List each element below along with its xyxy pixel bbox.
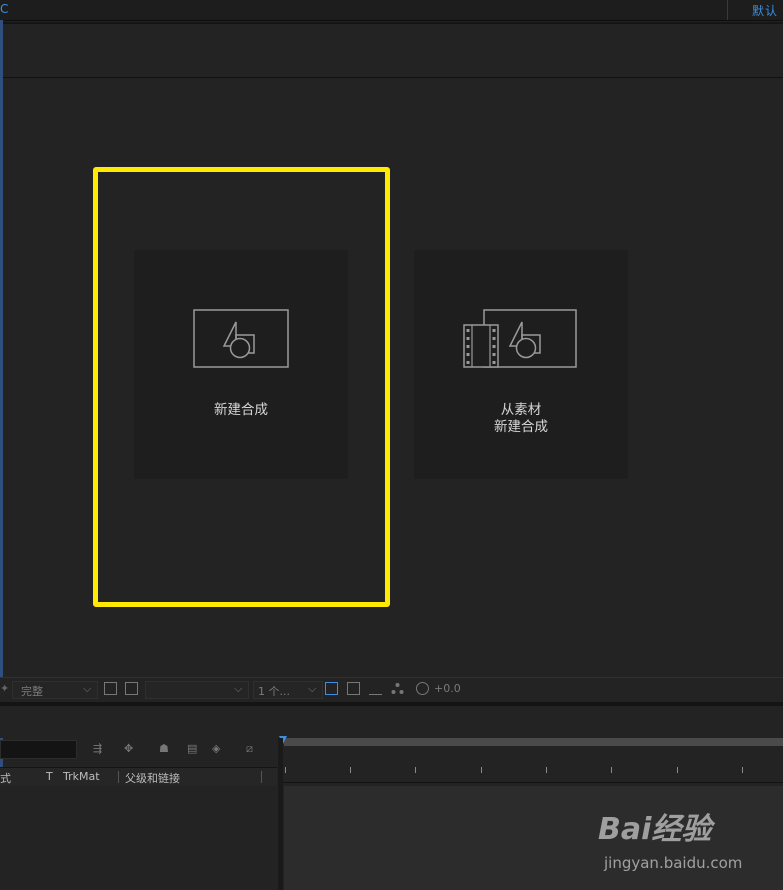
new-composition-from-footage-button[interactable]: 从素材 新建合成 xyxy=(414,250,628,479)
composition-from-footage-icon xyxy=(463,309,577,368)
from-footage-label-line2: 新建合成 xyxy=(494,419,548,435)
chevron-down-icon: ⌵ xyxy=(308,682,317,695)
layer-list[interactable] xyxy=(0,786,278,890)
workspace-bar xyxy=(0,0,783,21)
shy-layers-icon[interactable]: ☗ xyxy=(159,742,173,755)
view-options-dropdown[interactable]: ⌵ xyxy=(145,681,249,699)
workspace-default-tab[interactable]: 默认 xyxy=(752,2,778,19)
time-ruler-tick xyxy=(481,767,482,773)
chevron-down-icon: ⌵ xyxy=(234,682,243,695)
motion-blur-icon[interactable]: ◈ xyxy=(212,742,226,755)
t-column-header[interactable]: T xyxy=(46,770,53,783)
layer-search-input[interactable] xyxy=(0,740,77,759)
work-area-bar[interactable] xyxy=(284,738,783,746)
mode-column-header[interactable]: 式 xyxy=(0,770,11,786)
time-ruler-tick xyxy=(350,767,351,773)
graph-editor-icon[interactable]: ⧄ xyxy=(246,742,260,755)
panel-left-edge xyxy=(0,20,3,890)
draft-3d-icon[interactable]: ✥ xyxy=(124,742,138,755)
pixel-aspect-icon[interactable] xyxy=(325,682,338,695)
column-separator xyxy=(118,771,119,783)
column-separator xyxy=(261,771,262,783)
exposure-value[interactable]: +0.0 xyxy=(434,682,461,695)
composition-footer-toolbar: ✦ 完整 ⌵ ⌵ 1 个... ⌵ +0.0 xyxy=(0,677,783,703)
view-count-dropdown[interactable]: 1 个... ⌵ xyxy=(253,681,323,699)
exposure-reset-icon[interactable] xyxy=(416,682,429,695)
baidu-jingyan-watermark: Bai经验 jingyan.baidu.com xyxy=(598,804,778,884)
layer-column-header: 式 T TrkMat 父级和链接 xyxy=(0,767,277,787)
time-ruler-tick xyxy=(415,767,416,773)
chevron-down-icon: ⌵ xyxy=(83,682,92,695)
fast-preview-icon[interactable] xyxy=(347,682,360,695)
time-ruler-tick xyxy=(742,767,743,773)
flowchart-icon[interactable] xyxy=(391,682,404,695)
parent-link-column-header[interactable]: 父级和链接 xyxy=(125,770,180,786)
time-ruler-tick xyxy=(677,767,678,773)
region-of-interest-icon[interactable] xyxy=(104,682,117,695)
timeline-toggle-icon[interactable] xyxy=(369,682,382,695)
from-footage-label-line1: 从素材 xyxy=(500,402,542,418)
frame-blending-icon[interactable]: ▤ xyxy=(187,742,201,755)
timeline-header xyxy=(0,706,783,738)
workspace-separator xyxy=(727,0,728,20)
timeline-splitter[interactable] xyxy=(278,738,283,890)
highlight-box xyxy=(93,167,390,607)
trkmat-column-header[interactable]: TrkMat xyxy=(63,770,100,783)
transparency-grid-icon[interactable] xyxy=(125,682,138,695)
resolution-dropdown[interactable]: 完整 ⌵ xyxy=(12,681,98,699)
resolution-value: 完整 xyxy=(21,685,43,698)
time-ruler[interactable] xyxy=(280,748,783,783)
time-ruler-tick xyxy=(285,767,286,773)
time-ruler-tick xyxy=(611,767,612,773)
composition-mini-flowchart-icon[interactable]: ⇶ xyxy=(93,742,107,755)
magnify-icon[interactable]: ✦ xyxy=(0,682,9,695)
watermark-url: jingyan.baidu.com xyxy=(604,854,743,872)
composition-panel-header xyxy=(0,24,783,78)
time-ruler-tick xyxy=(546,767,547,773)
view-count-value: 1 个... xyxy=(258,685,290,698)
workspace-tab-fragment[interactable]: C xyxy=(0,2,8,16)
watermark-brand: Bai经验 xyxy=(598,812,712,847)
